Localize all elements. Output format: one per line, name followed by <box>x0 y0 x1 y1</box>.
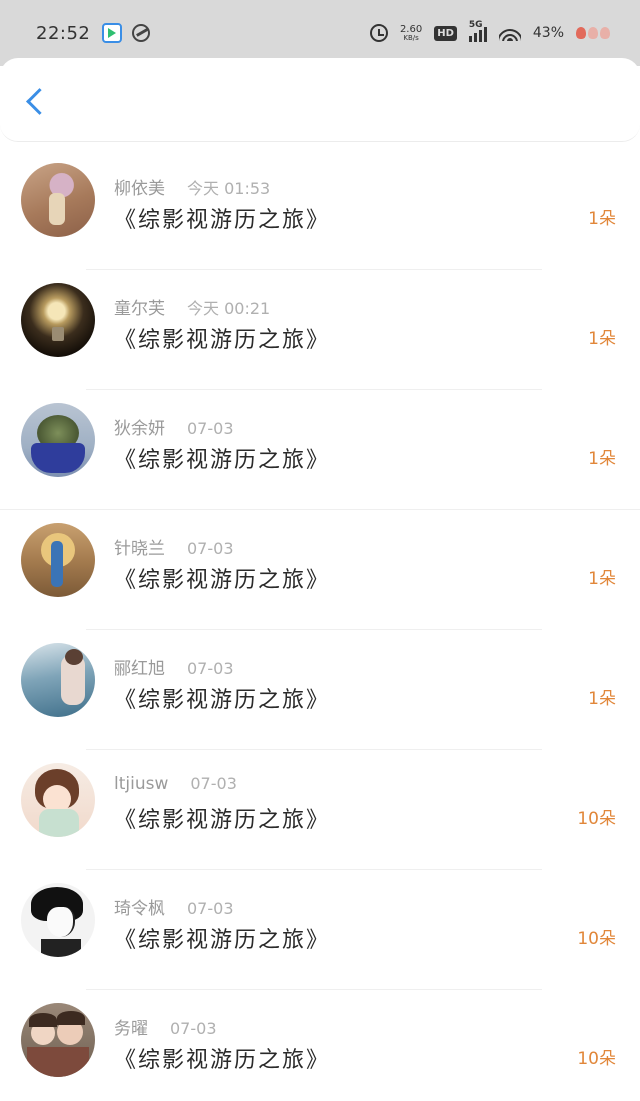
cellular-signal-icon: 5G <box>468 20 487 42</box>
gift-amount: 10朵 <box>577 1049 616 1069</box>
book-title: 《综影视游历之旅》 <box>114 328 331 353</box>
item-meta: 柳依美 今天 01:53 <box>114 174 270 199</box>
user-name: 郦红旭 <box>114 659 165 679</box>
avatar[interactable] <box>21 1003 95 1077</box>
item-meta: ltjiusw 07-03 <box>114 774 237 794</box>
item-meta: 琦令枫 07-03 <box>114 894 234 919</box>
item-date: 07-03 <box>187 659 234 678</box>
item-date: 07-03 <box>187 539 234 558</box>
book-title: 《综影视游历之旅》 <box>114 688 331 713</box>
do-not-disturb-icon <box>132 24 151 42</box>
battery-percentage: 43% <box>532 25 564 41</box>
list-item[interactable]: 郦红旭 07-03 《综影视游历之旅》 1朵 <box>0 630 640 750</box>
gift-amount: 1朵 <box>588 209 616 229</box>
list-item[interactable]: 琦令枫 07-03 《综影视游历之旅》 10朵 <box>0 870 640 990</box>
user-name: 狄余妍 <box>114 419 165 439</box>
gift-amount: 10朵 <box>577 929 616 949</box>
list-item[interactable]: 针晓兰 07-03 《综影视游历之旅》 1朵 <box>0 510 640 630</box>
avatar[interactable] <box>21 883 95 957</box>
header-bar <box>0 58 640 142</box>
status-indicators: 2.60 KB/s HD 5G 43% <box>369 20 610 42</box>
user-name: 务曜 <box>114 1019 148 1039</box>
item-meta: 童尔芙 今天 00:21 <box>114 294 270 319</box>
avatar[interactable] <box>21 643 95 717</box>
gift-amount: 1朵 <box>588 449 616 469</box>
avatar[interactable] <box>21 523 95 597</box>
avatar[interactable] <box>21 763 95 837</box>
list-item[interactable]: 狄余妍 07-03 《综影视游历之旅》 1朵 <box>0 390 640 510</box>
user-name: 柳依美 <box>114 179 165 199</box>
status-time: 22:52 <box>36 22 91 44</box>
avatar[interactable] <box>21 403 95 477</box>
user-name: 针晓兰 <box>114 539 165 559</box>
item-date: 07-03 <box>190 774 237 793</box>
reward-list: 柳依美 今天 01:53 《综影视游历之旅》 1朵 童尔芙 今天 00:21 《… <box>0 150 640 1101</box>
book-title: 《综影视游历之旅》 <box>114 208 331 233</box>
alarm-icon <box>369 24 388 42</box>
network-speed-unit: KB/s <box>403 33 419 42</box>
list-item[interactable]: 童尔芙 今天 00:21 《综影视游历之旅》 1朵 <box>0 270 640 390</box>
avatar[interactable] <box>21 163 95 237</box>
network-speed: 2.60 KB/s <box>399 23 423 42</box>
book-title: 《综影视游历之旅》 <box>114 568 331 593</box>
user-name: 琦令枫 <box>114 899 165 919</box>
item-date: 07-03 <box>187 899 234 918</box>
hd-badge: HD <box>434 25 457 41</box>
gift-amount: 1朵 <box>588 689 616 709</box>
item-date: 今天 01:53 <box>187 179 271 198</box>
item-date: 07-03 <box>187 419 234 438</box>
avatar[interactable] <box>21 283 95 357</box>
user-name: ltjiusw <box>114 774 169 794</box>
item-meta: 郦红旭 07-03 <box>114 654 234 679</box>
status-bar: 22:52 2.60 KB/s HD 5G 43% <box>0 0 640 66</box>
book-title: 《综影视游历之旅》 <box>114 448 331 473</box>
item-meta: 务曜 07-03 <box>114 1014 217 1039</box>
wifi-icon <box>498 25 521 41</box>
book-title: 《综影视游历之旅》 <box>114 928 331 953</box>
user-name: 童尔芙 <box>114 299 165 319</box>
gift-amount: 10朵 <box>577 809 616 829</box>
book-title: 《综影视游历之旅》 <box>114 1048 331 1073</box>
gift-amount: 1朵 <box>588 329 616 349</box>
item-date: 今天 00:21 <box>187 299 271 318</box>
back-button[interactable] <box>20 84 52 120</box>
status-app-icons <box>102 23 151 43</box>
list-item[interactable]: ltjiusw 07-03 《综影视游历之旅》 10朵 <box>0 750 640 870</box>
item-date: 07-03 <box>170 1019 217 1038</box>
list-item[interactable]: 柳依美 今天 01:53 《综影视游历之旅》 1朵 <box>0 150 640 270</box>
list-item[interactable]: 务曜 07-03 《综影视游历之旅》 10朵 <box>0 990 640 1101</box>
network-type-label: 5G <box>468 20 483 30</box>
video-app-icon <box>102 23 123 43</box>
battery-icon <box>576 27 610 39</box>
book-title: 《综影视游历之旅》 <box>114 808 331 833</box>
item-meta: 针晓兰 07-03 <box>114 534 234 559</box>
item-meta: 狄余妍 07-03 <box>114 414 234 439</box>
network-speed-value: 2.60 <box>399 23 423 35</box>
gift-amount: 1朵 <box>588 569 616 589</box>
